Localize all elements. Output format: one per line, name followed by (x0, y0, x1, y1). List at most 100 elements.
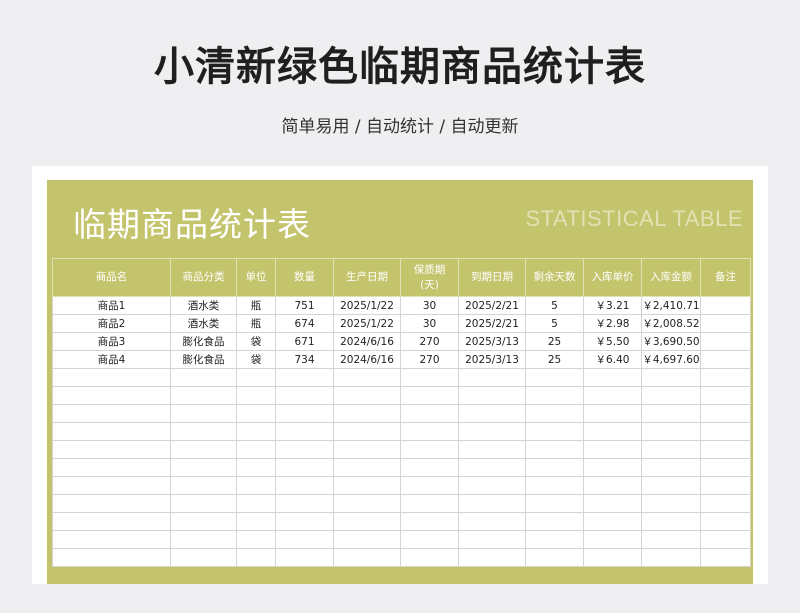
table-cell[interactable] (525, 386, 584, 405)
table-cell[interactable] (52, 404, 171, 423)
table-cell[interactable] (400, 494, 459, 513)
table-cell[interactable]: 商品4 (52, 350, 171, 369)
table-cell[interactable] (525, 548, 584, 567)
table-cell[interactable] (333, 440, 401, 459)
table-cell[interactable] (400, 548, 459, 567)
table-cell[interactable] (400, 512, 459, 531)
table-cell[interactable]: 2025/1/22 (333, 296, 401, 315)
table-cell[interactable] (700, 476, 751, 495)
table-cell[interactable] (700, 512, 751, 531)
table-cell[interactable] (275, 530, 334, 549)
table-cell[interactable] (583, 458, 642, 477)
table-cell[interactable] (525, 404, 584, 423)
table-cell[interactable]: ￥2.98 (583, 314, 642, 333)
table-cell[interactable] (236, 512, 276, 531)
table-cell[interactable] (458, 530, 526, 549)
table-cell[interactable] (641, 440, 701, 459)
table-cell[interactable] (170, 458, 237, 477)
table-cell[interactable] (641, 494, 701, 513)
table-cell[interactable] (400, 476, 459, 495)
table-cell[interactable]: 671 (275, 332, 334, 351)
table-cell[interactable] (700, 296, 751, 315)
table-cell[interactable] (700, 530, 751, 549)
table-cell[interactable] (700, 404, 751, 423)
table-cell[interactable] (236, 368, 276, 387)
table-cell[interactable] (700, 458, 751, 477)
table-cell[interactable] (52, 458, 171, 477)
table-cell[interactable] (641, 548, 701, 567)
table-cell[interactable] (333, 422, 401, 441)
table-cell[interactable]: 袋 (236, 350, 276, 369)
table-cell[interactable] (641, 404, 701, 423)
table-cell[interactable] (52, 440, 171, 459)
table-cell[interactable] (275, 368, 334, 387)
table-cell[interactable]: 674 (275, 314, 334, 333)
table-cell[interactable] (333, 494, 401, 513)
table-cell[interactable] (236, 440, 276, 459)
table-cell[interactable] (700, 440, 751, 459)
table-cell[interactable] (236, 476, 276, 495)
table-cell[interactable] (700, 548, 751, 567)
table-cell[interactable]: 270 (400, 332, 459, 351)
table-cell[interactable] (333, 548, 401, 567)
table-cell[interactable] (52, 422, 171, 441)
table-cell[interactable] (641, 422, 701, 441)
table-cell[interactable] (400, 530, 459, 549)
table-cell[interactable] (525, 368, 584, 387)
table-cell[interactable]: 5 (525, 296, 584, 315)
table-cell[interactable]: 2025/3/13 (458, 350, 526, 369)
table-cell[interactable] (275, 404, 334, 423)
table-cell[interactable] (458, 476, 526, 495)
table-cell[interactable]: 2025/1/22 (333, 314, 401, 333)
table-cell[interactable] (52, 476, 171, 495)
table-cell[interactable] (458, 494, 526, 513)
table-cell[interactable]: ￥5.50 (583, 332, 642, 351)
table-cell[interactable] (170, 548, 237, 567)
table-cell[interactable] (170, 530, 237, 549)
table-cell[interactable] (275, 512, 334, 531)
table-cell[interactable] (236, 422, 276, 441)
table-cell[interactable] (236, 404, 276, 423)
table-cell[interactable] (236, 458, 276, 477)
table-cell[interactable] (236, 386, 276, 405)
table-cell[interactable] (700, 368, 751, 387)
table-cell[interactable] (170, 494, 237, 513)
table-cell[interactable] (641, 368, 701, 387)
table-cell[interactable] (458, 386, 526, 405)
table-cell[interactable] (700, 350, 751, 369)
table-cell[interactable]: ￥4,697.60 (641, 350, 701, 369)
table-cell[interactable]: 酒水类 (170, 296, 237, 315)
table-cell[interactable] (583, 404, 642, 423)
table-cell[interactable]: 734 (275, 350, 334, 369)
table-cell[interactable] (583, 440, 642, 459)
table-cell[interactable] (458, 440, 526, 459)
table-cell[interactable] (583, 476, 642, 495)
table-cell[interactable] (170, 404, 237, 423)
table-cell[interactable] (583, 368, 642, 387)
table-cell[interactable]: 30 (400, 296, 459, 315)
table-cell[interactable]: 2025/2/21 (458, 296, 526, 315)
table-cell[interactable] (400, 458, 459, 477)
table-cell[interactable]: 2024/6/16 (333, 350, 401, 369)
table-cell[interactable] (333, 512, 401, 531)
table-cell[interactable] (458, 422, 526, 441)
table-cell[interactable]: ￥2,008.52 (641, 314, 701, 333)
table-cell[interactable] (275, 476, 334, 495)
table-cell[interactable] (583, 422, 642, 441)
table-cell[interactable] (641, 458, 701, 477)
table-cell[interactable] (700, 422, 751, 441)
table-cell[interactable] (458, 458, 526, 477)
table-cell[interactable] (525, 530, 584, 549)
table-cell[interactable] (236, 548, 276, 567)
table-cell[interactable] (400, 440, 459, 459)
table-cell[interactable] (236, 494, 276, 513)
table-cell[interactable]: 270 (400, 350, 459, 369)
table-cell[interactable] (236, 530, 276, 549)
table-cell[interactable]: ￥3.21 (583, 296, 642, 315)
table-cell[interactable] (525, 476, 584, 495)
table-cell[interactable]: 膨化食品 (170, 350, 237, 369)
table-cell[interactable] (52, 512, 171, 531)
table-cell[interactable] (458, 368, 526, 387)
table-cell[interactable] (583, 386, 642, 405)
table-cell[interactable] (525, 458, 584, 477)
